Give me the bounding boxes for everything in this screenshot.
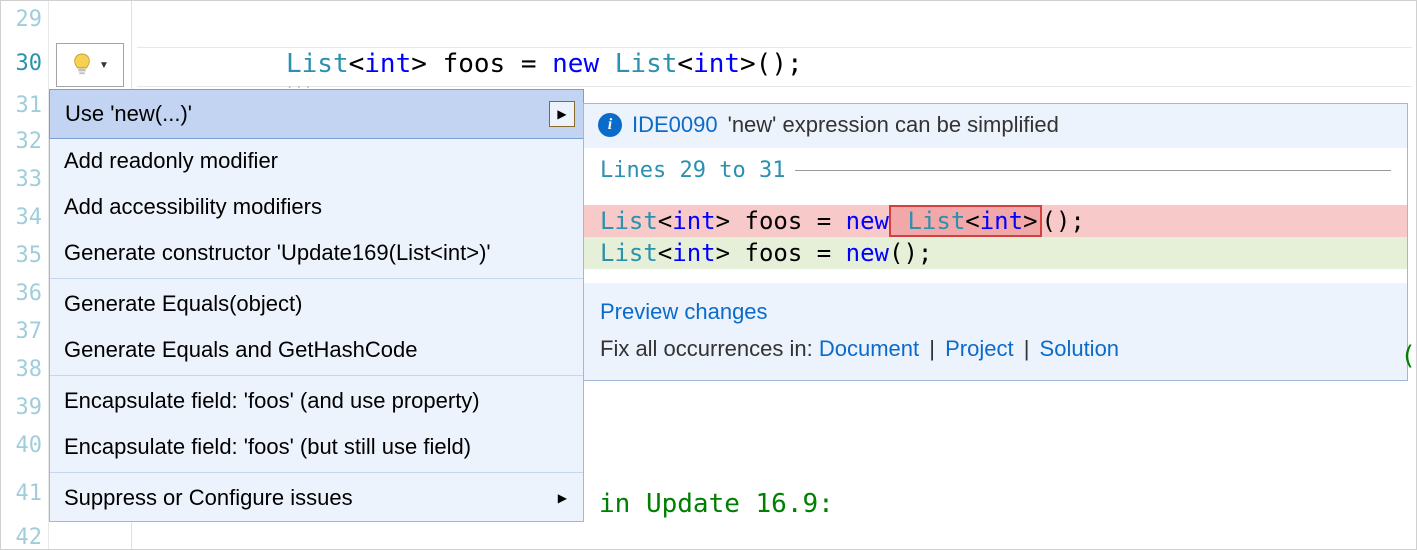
token-punct: < [965,207,979,235]
code-comment: in Update 16.9: [599,489,834,519]
line-number: 31 [16,93,43,118]
token-punct: < [349,49,365,79]
token-type: List [907,207,965,235]
preview-lines-label: Lines 29 to 31 [584,158,1407,187]
preview-panel: i IDE0090 'new' expression can be simpli… [583,103,1408,381]
token-keyword: new [846,207,889,235]
menu-item-label: Encapsulate field: 'foos' (but still use… [64,434,471,460]
menu-item-label: Generate Equals and GetHashCode [64,337,417,363]
line-number: 35 [16,243,43,268]
line-number: 29 [16,7,43,32]
label-number: 31 [759,158,786,183]
menu-item-generate-constructor[interactable]: Generate constructor 'Update169(List<int… [50,230,583,276]
fix-project-link[interactable]: Project [945,336,1013,361]
menu-item-label: Add accessibility modifiers [64,194,322,220]
token-punct: >(); [740,49,803,79]
token-keyword: int [672,207,715,235]
diagnostic-code: IDE0090 [632,112,718,138]
line-number: 38 [16,357,43,382]
line-number: 36 [16,281,43,306]
token-type: List [600,207,658,235]
menu-item-label: Generate constructor 'Update169(List<int… [64,240,491,266]
fix-all-label: Fix all occurrences in: [600,336,819,361]
menu-item-add-readonly[interactable]: Add readonly modifier [50,138,583,184]
token-keyword: int [672,239,715,267]
token-keyword: int [980,207,1023,235]
token-punct: < [658,239,672,267]
preview-footer: Preview changes Fix all occurrences in: … [584,283,1407,380]
lightbulb-button[interactable]: ▼ [56,43,124,87]
token-keyword: int [693,49,740,79]
token-punct: (); [889,239,932,267]
token-text: > foos = [716,239,846,267]
token-type: List [615,49,678,79]
menu-item-label: Use 'new(...)' [65,101,192,127]
token-type: List [600,239,658,267]
menu-separator [50,375,583,376]
menu-item-generate-equals[interactable]: Generate Equals(object) [50,281,583,327]
diagnostic-message: 'new' expression can be simplified [728,112,1059,138]
menu-item-suppress-configure[interactable]: Suppress or Configure issues ▶ [50,475,583,521]
line-number: 37 [16,319,43,344]
submenu-arrow-icon: ▶ [558,491,567,505]
token-punct: (); [1042,207,1085,235]
preview-header: i IDE0090 'new' expression can be simpli… [584,104,1407,148]
menu-item-use-new[interactable]: Use 'new(...)' ▶ [49,89,584,139]
code-fragment: ( [1400,341,1416,371]
token-keyword: new [846,239,889,267]
token-punct: > [411,49,442,79]
line-number-gutter: 29 30 31 32 33 34 35 36 37 38 39 40 41 4… [1,1,49,549]
menu-separator [50,278,583,279]
token-punct: < [658,207,672,235]
menu-item-encapsulate-property[interactable]: Encapsulate field: 'foos' (and use prope… [50,378,583,424]
rule-line [795,170,1391,171]
diff-line-before: List<int> foos = new List<int>(); [584,205,1407,237]
menu-separator [50,472,583,473]
token-text: > foos = [716,207,846,235]
label-number: 29 [679,158,706,183]
line-number: 40 [16,433,43,458]
token-punct: > [1023,207,1037,235]
menu-item-add-accessibility[interactable]: Add accessibility modifiers [50,184,583,230]
editor-window: 29 30 31 32 33 34 35 36 37 38 39 40 41 4… [0,0,1417,550]
line-number: 33 [16,167,43,192]
lightbulb-icon [71,52,93,78]
token-space [599,49,615,79]
line-number: 39 [16,395,43,420]
token-punct: = [505,49,552,79]
label-text: Lines [600,158,679,183]
menu-item-label: Suppress or Configure issues [64,485,353,511]
code-line[interactable]: List<int> foos = new List<int>(); [286,49,803,79]
token-type: List [286,49,349,79]
menu-item-label: Add readonly modifier [64,148,278,174]
token-punct: < [677,49,693,79]
chevron-down-icon: ▼ [99,60,109,71]
separator: | [919,336,945,361]
menu-item-encapsulate-field[interactable]: Encapsulate field: 'foos' (but still use… [50,424,583,470]
token-space [893,207,907,235]
menu-item-label: Generate Equals(object) [64,291,302,317]
submenu-arrow-icon: ▶ [549,101,575,127]
preview-body: Lines 29 to 31 List<int> foos = new List… [584,148,1407,283]
quick-actions-menu: Use 'new(...)' ▶ Add readonly modifier A… [49,89,584,522]
info-icon: i [598,113,622,137]
preview-changes-link[interactable]: Preview changes [600,299,768,324]
line-number: 34 [16,205,43,230]
menu-item-generate-equals-hashcode[interactable]: Generate Equals and GetHashCode [50,327,583,373]
line-number: 32 [16,129,43,154]
menu-item-label: Encapsulate field: 'foos' (and use prope… [64,388,480,414]
label-text: to [706,158,759,183]
fix-solution-link[interactable]: Solution [1040,336,1120,361]
token-identifier: foos [443,49,506,79]
diff-deleted-span: List<int> [889,205,1042,237]
line-number: 30 [16,51,43,76]
diff-line-after: List<int> foos = new(); [584,237,1407,269]
line-number: 42 [16,525,43,550]
token-keyword: new [552,49,599,79]
token-keyword: int [364,49,411,79]
fix-document-link[interactable]: Document [819,336,919,361]
line-number: 41 [16,481,43,506]
separator: | [1014,336,1040,361]
